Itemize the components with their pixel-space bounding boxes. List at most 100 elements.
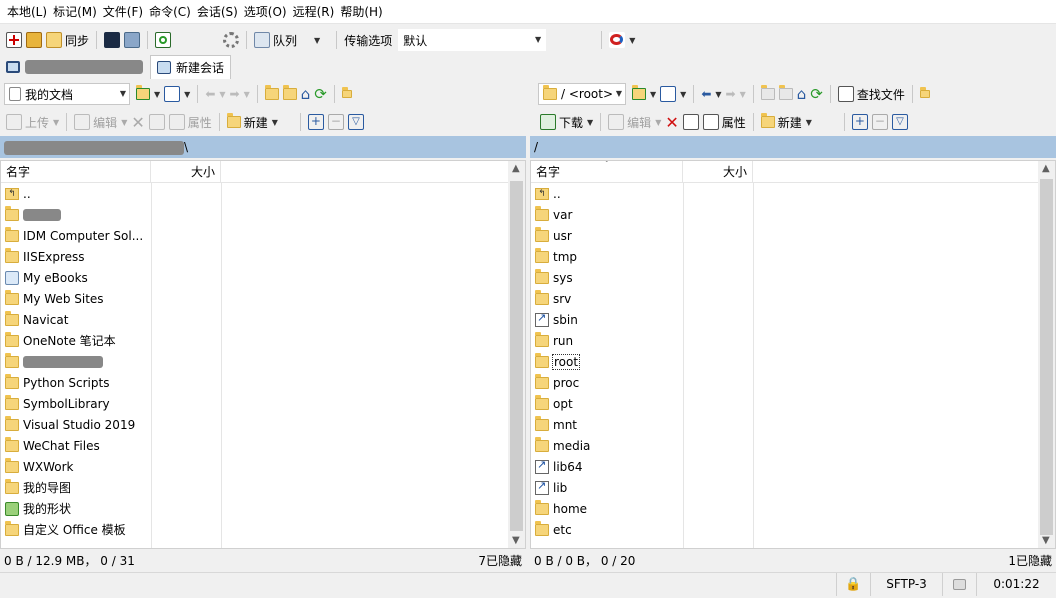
remote-path-select[interactable]: / <root> ▼ [538, 83, 626, 105]
list-item[interactable] [1, 204, 525, 225]
menu-item[interactable]: 文件(F) [100, 3, 146, 20]
reconnect-button[interactable]: ▼ [607, 29, 637, 51]
list-item[interactable] [1, 351, 525, 372]
list-item[interactable]: ↰.. [1, 183, 525, 204]
remote-rename-button[interactable] [681, 111, 701, 133]
list-item[interactable]: proc [531, 372, 1055, 393]
list-item[interactable]: opt [531, 393, 1055, 414]
list-item[interactable]: My eBooks [1, 267, 525, 288]
list-item[interactable]: Visual Studio 2019 [1, 414, 525, 435]
sync-button[interactable]: 同步 [44, 29, 91, 51]
download-button[interactable]: 下载 ▼ [538, 111, 595, 133]
remote-back-button[interactable]: ⬅ ▼ [699, 83, 723, 105]
local-deselect-button[interactable]: − [326, 111, 346, 133]
local-hidden-count[interactable]: 7已隐藏 [478, 550, 522, 572]
list-item[interactable]: OneNote 笔记本 [1, 330, 525, 351]
local-find-button[interactable] [340, 83, 354, 105]
local-refresh-button[interactable]: ⟳ [312, 83, 329, 105]
list-item[interactable]: WXWork [1, 456, 525, 477]
local-forward-button[interactable]: ➡ ▼ [228, 83, 252, 105]
remote-open-folder-button[interactable]: ▼ [630, 83, 658, 105]
compression-cell[interactable] [942, 573, 976, 596]
local-root-button[interactable] [281, 83, 299, 105]
remote-home-button[interactable]: ⌂ [795, 83, 809, 105]
local-home-button[interactable]: ⌂ [299, 83, 313, 105]
local-new-button[interactable]: 新建 ▼ [225, 111, 280, 133]
list-item[interactable]: sys [531, 267, 1055, 288]
list-item[interactable]: IDM Computer Sol... [1, 225, 525, 246]
list-item[interactable]: lib [531, 477, 1055, 498]
menu-item[interactable]: 会话(S) [194, 3, 241, 20]
remote-properties-button[interactable]: 属性 [701, 111, 748, 133]
list-item[interactable]: media [531, 435, 1055, 456]
scroll-up-icon[interactable]: ▲ [512, 163, 520, 174]
menu-item[interactable]: 帮助(H) [337, 3, 385, 20]
list-item[interactable]: mnt [531, 414, 1055, 435]
list-item[interactable]: WeChat Files [1, 435, 525, 456]
local-properties-button[interactable]: 属性 [167, 111, 214, 133]
refresh-session-button[interactable] [153, 29, 173, 51]
local-file-list[interactable]: 名字 大小 ⌃ ↰.. IDM Computer Sol... IISExpress… [0, 160, 526, 549]
remote-hidden-count[interactable]: 1已隐藏 [1008, 550, 1052, 572]
list-item[interactable]: IISExpress [1, 246, 525, 267]
list-item[interactable]: tmp [531, 246, 1055, 267]
list-item[interactable]: lib64 [531, 456, 1055, 477]
remote-new-button[interactable]: 新建 ▼ [759, 111, 814, 133]
menu-item[interactable]: 命令(C) [146, 3, 194, 20]
putty-button[interactable] [122, 29, 142, 51]
remote-tree-button[interactable] [918, 83, 932, 105]
remote-col-size[interactable]: 大小 [683, 161, 753, 183]
list-item[interactable]: home [531, 498, 1055, 519]
local-browse-button[interactable] [4, 29, 24, 51]
list-item[interactable]: SymbolLibrary [1, 393, 525, 414]
remote-scroll-thumb[interactable] [1040, 179, 1053, 535]
list-item[interactable]: Python Scripts [1, 372, 525, 393]
list-item[interactable]: 自定义 Office 模板 [1, 519, 525, 540]
local-parent-button[interactable] [263, 83, 281, 105]
remote-parent-button[interactable] [759, 83, 777, 105]
list-item[interactable]: run [531, 330, 1055, 351]
list-item[interactable]: srv [531, 288, 1055, 309]
menu-item[interactable]: 选项(O) [241, 3, 290, 20]
list-item[interactable]: usr [531, 225, 1055, 246]
local-open-folder-button[interactable]: ▼ [134, 83, 162, 105]
local-path-select[interactable]: 我的文档 ▼ [4, 83, 130, 105]
preferences-button[interactable] [221, 29, 241, 51]
local-col-size[interactable]: 大小 [151, 161, 221, 183]
remote-filter-button[interactable]: ▼ [658, 83, 688, 105]
list-item[interactable]: var [531, 204, 1055, 225]
scroll-up-icon[interactable]: ▲ [1042, 163, 1050, 174]
upload-button[interactable]: 上传 ▼ [4, 111, 61, 133]
local-rename-button[interactable] [147, 111, 167, 133]
local-filter-select-button[interactable]: ▽ [346, 111, 366, 133]
list-item[interactable]: sbin [531, 309, 1055, 330]
local-filter-button[interactable]: ▼ [162, 83, 192, 105]
list-item[interactable]: My Web Sites [1, 288, 525, 309]
remote-file-list[interactable]: 名字 大小 ⌄ ↰.. var usr tmp sys srv sbin run root pro… [530, 160, 1056, 549]
local-delete-button[interactable]: ✕ [129, 111, 146, 133]
queue-button[interactable]: 队列 ▼ [252, 29, 322, 51]
tab-new-session[interactable]: 新建会话 [150, 55, 232, 79]
local-edit-button[interactable]: 编辑 ▼ [72, 111, 129, 133]
remote-deselect-button[interactable]: − [870, 111, 890, 133]
terminal-button[interactable] [102, 29, 122, 51]
remote-edit-button[interactable]: 编辑 ▼ [606, 111, 663, 133]
transfer-settings-select[interactable]: 默认 ▼ [398, 29, 547, 51]
list-item[interactable]: ↰.. [531, 183, 1055, 204]
find-files-button[interactable]: 查找文件 [836, 83, 907, 105]
local-scroll-thumb[interactable] [510, 181, 523, 531]
list-item[interactable]: 我的导图 [1, 477, 525, 498]
remote-select-all-button[interactable]: + [850, 111, 870, 133]
remote-refresh-button[interactable]: ⟳ [808, 83, 825, 105]
list-item[interactable]: Navicat [1, 309, 525, 330]
remote-scrollbar[interactable]: ▲ ▼ [1038, 161, 1055, 548]
list-item[interactable]: 我的形状 [1, 498, 525, 519]
list-item[interactable]: root [531, 351, 1055, 372]
remote-delete-button[interactable]: ✕ [663, 111, 680, 133]
remote-filter-select-button[interactable]: ▽ [890, 111, 910, 133]
compare-button[interactable] [24, 29, 44, 51]
session-tab-current[interactable] [0, 55, 150, 79]
scroll-down-icon[interactable]: ▼ [1042, 535, 1050, 546]
list-item[interactable]: etc [531, 519, 1055, 540]
local-back-button[interactable]: ⬅ ▼ [203, 83, 227, 105]
